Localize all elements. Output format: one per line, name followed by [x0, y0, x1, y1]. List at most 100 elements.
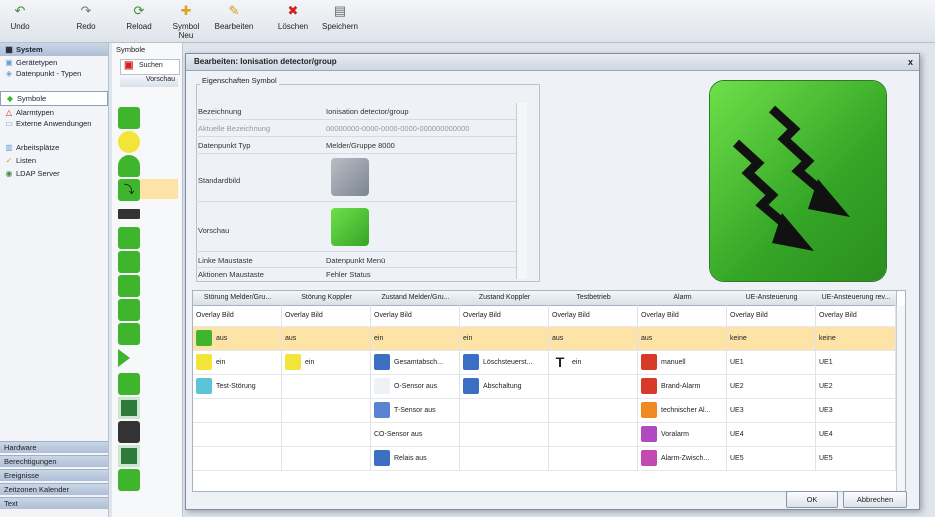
prop-value-actions[interactable]: Fehler Status: [326, 270, 371, 279]
symbol-row[interactable]: [118, 203, 178, 223]
grid-cell[interactable]: Overlay Bild: [460, 305, 549, 327]
undo-button[interactable]: ↶ Undo: [6, 3, 34, 31]
symbol-row[interactable]: [118, 469, 178, 491]
grid-cell[interactable]: UE2: [727, 375, 816, 399]
grid-cell[interactable]: Brand-Alarm: [638, 375, 727, 399]
symbol-row[interactable]: [118, 421, 178, 443]
edit-button[interactable]: ✎ Bearbeiten: [214, 3, 254, 31]
sidebar-item-alarmtypen[interactable]: △ Alarmtypen: [0, 106, 108, 119]
symbol-row[interactable]: [118, 373, 178, 395]
grid-cell[interactable]: [460, 399, 549, 423]
sidebar-item-symbole[interactable]: ◆ Symbole: [0, 91, 108, 106]
column-header[interactable]: UE-Ansteuerung rev...: [816, 291, 897, 306]
column-header[interactable]: Alarm: [638, 291, 728, 306]
grid-cell[interactable]: keine: [816, 327, 896, 351]
default-image-icon[interactable]: [331, 158, 369, 196]
grid-cell[interactable]: CO-Sensor aus: [371, 423, 460, 447]
column-header[interactable]: Störung Melder/Gru...: [193, 291, 283, 306]
cancel-button[interactable]: Abbrechen: [843, 491, 907, 508]
grid-cell[interactable]: [549, 375, 638, 399]
grid-cell[interactable]: Löschsteuerst...: [460, 351, 549, 375]
grid-cell[interactable]: aus: [638, 327, 727, 351]
grid-cell[interactable]: Overlay Bild: [282, 305, 371, 327]
sidebar-item-arbeitsplaetze[interactable]: ▥ Arbeitsplätze: [0, 141, 108, 154]
redo-button[interactable]: ↷ Redo: [72, 3, 100, 31]
sidebar-section-ereignisse[interactable]: Ereignisse: [0, 469, 108, 481]
grid-cell[interactable]: UE4: [816, 423, 896, 447]
grid-cell[interactable]: UE5: [816, 447, 896, 471]
sidebar-item-ldap-server[interactable]: ◉ LDAP Server: [0, 167, 108, 180]
grid-cell[interactable]: Abschaltung: [460, 375, 549, 399]
symbol-row[interactable]: [118, 275, 178, 297]
grid-cell[interactable]: UE4: [727, 423, 816, 447]
grid-cell[interactable]: Overlay Bild: [549, 305, 638, 327]
sidebar-header-system[interactable]: ▦ System: [0, 43, 108, 56]
symbol-row[interactable]: [118, 155, 178, 177]
symbol-row[interactable]: [118, 323, 178, 345]
grid-cell[interactable]: [460, 423, 549, 447]
sidebar-section-berechtigungen[interactable]: Berechtigungen: [0, 455, 108, 467]
grid-cell[interactable]: UE2: [816, 375, 896, 399]
symbol-row[interactable]: [118, 251, 178, 273]
sidebar-section-text[interactable]: Text: [0, 497, 108, 509]
grid-cell[interactable]: ein: [282, 351, 371, 375]
grid-cell[interactable]: aus: [549, 327, 638, 351]
save-button[interactable]: ▤ Speichern: [320, 3, 360, 31]
prop-value-datapoint-type[interactable]: Melder/Gruppe 8000: [326, 141, 395, 150]
grid-cell[interactable]: [193, 447, 282, 471]
grid-cell[interactable]: Overlay Bild: [816, 305, 896, 327]
column-header[interactable]: Zustand Koppler: [460, 291, 550, 306]
grid-cell[interactable]: UE5: [727, 447, 816, 471]
prop-value-left-click[interactable]: Datenpunkt Menü: [326, 256, 385, 265]
grid-cell[interactable]: Overlay Bild: [193, 305, 282, 327]
grid-cell[interactable]: Gesamtabsch...: [371, 351, 460, 375]
sidebar-section-hardware[interactable]: Hardware: [0, 441, 108, 453]
grid-cell[interactable]: [460, 447, 549, 471]
symbol-row[interactable]: [118, 397, 178, 419]
symbol-row[interactable]: [118, 445, 178, 467]
preview-image-icon[interactable]: [331, 208, 369, 246]
symbol-row-selected[interactable]: ⤵: [118, 179, 178, 201]
grid-cell[interactable]: [282, 375, 371, 399]
grid-cell[interactable]: keine: [727, 327, 816, 351]
grid-cell[interactable]: technischer Al...: [638, 399, 727, 423]
sidebar-item-externe-anwendungen[interactable]: ▭ Externe Anwendungen: [0, 119, 108, 141]
grid-cell[interactable]: Alarm-Zwisch...: [638, 447, 727, 471]
sidebar-item-geraetetypen[interactable]: ▣ Gerätetypen: [0, 56, 108, 69]
grid-cell[interactable]: Test-Störung: [193, 375, 282, 399]
grid-cell[interactable]: [549, 423, 638, 447]
properties-scrollbar[interactable]: [516, 103, 527, 279]
grid-cell[interactable]: [282, 399, 371, 423]
grid-cell[interactable]: UE1: [816, 351, 896, 375]
grid-cell[interactable]: [549, 447, 638, 471]
symbol-row[interactable]: [118, 131, 178, 153]
column-header[interactable]: Zustand Melder/Gru...: [371, 291, 461, 306]
grid-cell[interactable]: Overlay Bild: [727, 305, 816, 327]
symbol-row[interactable]: [118, 107, 178, 129]
symbol-row[interactable]: [118, 349, 178, 369]
grid-cell[interactable]: UE3: [816, 399, 896, 423]
grid-cell[interactable]: [549, 399, 638, 423]
sidebar-item-datenpunkt-typen[interactable]: ◈ Datenpunkt - Typen: [0, 69, 108, 91]
grid-cell[interactable]: O-Sensor aus: [371, 375, 460, 399]
column-header[interactable]: UE-Ansteuerung: [727, 291, 817, 306]
grid-cell[interactable]: Relais aus: [371, 447, 460, 471]
grid-cell[interactable]: aus: [282, 327, 371, 351]
grid-scrollbar[interactable]: [896, 305, 905, 491]
ok-button[interactable]: OK: [786, 491, 838, 508]
grid-cell[interactable]: manuell: [638, 351, 727, 375]
new-symbol-button[interactable]: ✚ Symbol Neu: [166, 3, 206, 40]
reload-button[interactable]: ⟳ Reload: [125, 3, 153, 31]
sidebar-item-listen[interactable]: ✓ Listen: [0, 154, 108, 167]
grid-cell[interactable]: [282, 423, 371, 447]
symbol-row[interactable]: [118, 299, 178, 321]
grid-cell[interactable]: Voralarm: [638, 423, 727, 447]
grid-cell[interactable]: [282, 447, 371, 471]
prop-value-name[interactable]: Ionisation detector/group: [326, 107, 409, 116]
grid-cell[interactable]: ein: [460, 327, 549, 351]
symbol-row[interactable]: [118, 227, 178, 249]
grid-cell[interactable]: aus: [193, 327, 282, 351]
grid-cell[interactable]: T-Sensor aus: [371, 399, 460, 423]
grid-cell[interactable]: Tein: [549, 351, 638, 375]
grid-cell[interactable]: Overlay Bild: [371, 305, 460, 327]
